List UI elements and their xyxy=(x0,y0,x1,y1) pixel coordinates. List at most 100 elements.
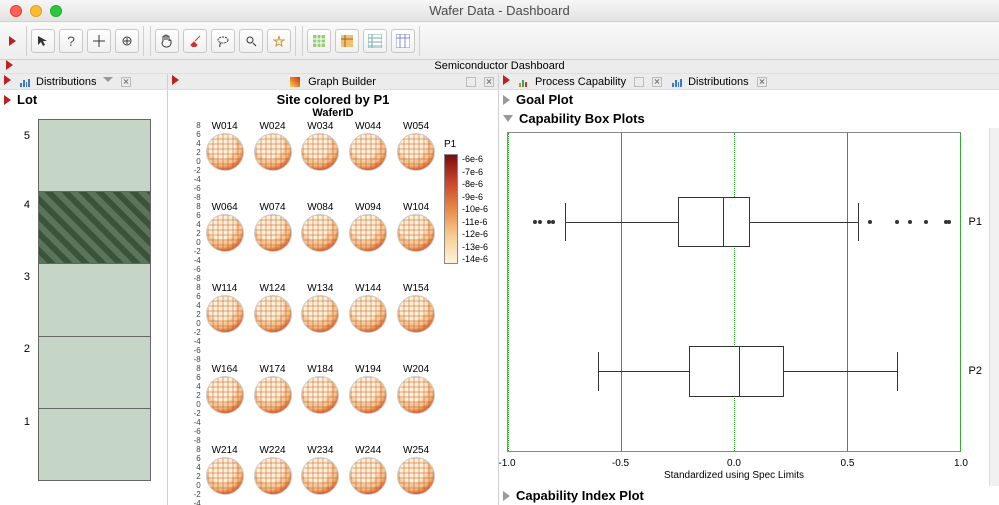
disclosure-icon[interactable] xyxy=(4,75,13,88)
lot-bar[interactable] xyxy=(39,191,150,263)
panel-box-icon[interactable] xyxy=(634,77,644,87)
wafer-cell[interactable]: W094 xyxy=(344,202,392,283)
column-table-button[interactable] xyxy=(391,29,415,53)
wafer-map-icon[interactable] xyxy=(254,457,292,495)
wafer-map-icon[interactable] xyxy=(349,133,387,171)
wafer-map-icon[interactable] xyxy=(254,214,292,252)
wafer-cell[interactable]: W024 xyxy=(249,121,297,202)
lot-bar[interactable] xyxy=(39,263,150,335)
wafer-cell[interactable]: W064 xyxy=(201,202,249,283)
wafer-map-icon[interactable] xyxy=(397,295,435,333)
lot-bars[interactable] xyxy=(38,119,151,481)
wafer-map-icon[interactable] xyxy=(206,214,244,252)
dashboard-header-disclosure-icon[interactable] xyxy=(6,60,15,73)
tab-distributions[interactable]: Distributions xyxy=(688,76,749,88)
wafer-map-icon[interactable] xyxy=(349,376,387,414)
outlier-point[interactable] xyxy=(538,220,542,224)
wafer-map-icon[interactable] xyxy=(301,376,339,414)
outlier-point[interactable] xyxy=(895,220,899,224)
builder-view-button[interactable] xyxy=(335,29,359,53)
wafer-cell[interactable]: W104 xyxy=(392,202,440,283)
hand-tool-button[interactable] xyxy=(155,29,179,53)
close-panel-icon[interactable] xyxy=(484,77,494,87)
wafer-cell[interactable]: W074 xyxy=(249,202,297,283)
wafer-cell[interactable]: W214 xyxy=(201,445,249,505)
annotate-tool-button[interactable] xyxy=(267,29,291,53)
wafer-map-icon[interactable] xyxy=(206,376,244,414)
vertical-scrollbar[interactable] xyxy=(989,128,999,486)
wafer-cell[interactable]: W084 xyxy=(296,202,344,283)
outlier-point[interactable] xyxy=(908,220,912,224)
close-tab-icon[interactable] xyxy=(652,77,662,87)
wafer-map-icon[interactable] xyxy=(206,133,244,171)
zoom-window-icon[interactable] xyxy=(50,5,62,17)
outlier-point[interactable] xyxy=(551,220,555,224)
outlier-point[interactable] xyxy=(947,220,951,224)
wafer-map-icon[interactable] xyxy=(397,457,435,495)
wafer-cell[interactable]: W014 xyxy=(201,121,249,202)
outlier-point[interactable] xyxy=(924,220,928,224)
wafer-cell[interactable]: W044 xyxy=(344,121,392,202)
box-plot-header[interactable]: Capability Box Plots xyxy=(499,109,999,128)
wafer-map-icon[interactable] xyxy=(254,133,292,171)
outlier-point[interactable] xyxy=(868,220,872,224)
wafer-map-icon[interactable] xyxy=(301,457,339,495)
wafer-cell[interactable]: W114 xyxy=(201,283,249,364)
zoom-tool-button[interactable] xyxy=(115,29,139,53)
wafer-cell[interactable]: W054 xyxy=(392,121,440,202)
lot-section-header[interactable]: Lot xyxy=(0,90,167,109)
filter-icon[interactable] xyxy=(103,77,113,87)
goal-plot-header[interactable]: Goal Plot xyxy=(499,90,999,109)
grid-view-button[interactable] xyxy=(307,29,331,53)
wafer-map-icon[interactable] xyxy=(206,295,244,333)
wafer-cell[interactable]: W224 xyxy=(249,445,297,505)
data-table-button[interactable] xyxy=(363,29,387,53)
wafer-cell[interactable]: W144 xyxy=(344,283,392,364)
wafer-map-icon[interactable] xyxy=(349,457,387,495)
wafer-cell[interactable]: W194 xyxy=(344,364,392,445)
close-panel-icon[interactable] xyxy=(121,77,131,87)
wafer-map-icon[interactable] xyxy=(301,133,339,171)
minimize-window-icon[interactable] xyxy=(30,5,42,17)
wafer-map-icon[interactable] xyxy=(397,133,435,171)
wafer-map-icon[interactable] xyxy=(301,295,339,333)
wafer-map-icon[interactable] xyxy=(254,295,292,333)
wafer-map-icon[interactable] xyxy=(397,214,435,252)
arrow-tool-button[interactable] xyxy=(31,29,55,53)
wafer-trellis[interactable]: 86420-2-4-6-8W014W024W034W044W05486420-2… xyxy=(172,121,440,496)
boxplot-row[interactable]: P1 xyxy=(508,158,960,285)
tab-process-capability[interactable]: Process Capability xyxy=(535,76,626,88)
wafer-cell[interactable]: W184 xyxy=(296,364,344,445)
lasso-tool-button[interactable] xyxy=(211,29,235,53)
wafer-cell[interactable]: W244 xyxy=(344,445,392,505)
wafer-map-icon[interactable] xyxy=(301,214,339,252)
lot-bar[interactable] xyxy=(39,408,150,480)
lot-bar[interactable] xyxy=(39,336,150,408)
wafer-cell[interactable]: W134 xyxy=(296,283,344,364)
capability-box-plot[interactable]: P1P2 xyxy=(507,132,961,452)
wafer-cell[interactable]: W204 xyxy=(392,364,440,445)
wafer-cell[interactable]: W154 xyxy=(392,283,440,364)
outlier-point[interactable] xyxy=(547,220,551,224)
magnify-tool-button[interactable] xyxy=(239,29,263,53)
close-window-icon[interactable] xyxy=(10,5,22,17)
wafer-cell[interactable]: W254 xyxy=(392,445,440,505)
panel-box-icon[interactable] xyxy=(466,77,476,87)
lot-plot[interactable]: 1 2 3 4 5 xyxy=(10,113,161,497)
wafer-cell[interactable]: W034 xyxy=(296,121,344,202)
wafer-map-icon[interactable] xyxy=(206,457,244,495)
wafer-cell[interactable]: W234 xyxy=(296,445,344,505)
wafer-cell[interactable]: W174 xyxy=(249,364,297,445)
index-plot-header[interactable]: Capability Index Plot xyxy=(499,486,999,505)
brush-tool-button[interactable] xyxy=(183,29,207,53)
disclosure-icon[interactable] xyxy=(172,75,181,88)
crosshair-tool-button[interactable] xyxy=(87,29,111,53)
boxplot-row[interactable]: P2 xyxy=(508,308,960,435)
outlier-point[interactable] xyxy=(533,220,537,224)
wafer-cell[interactable]: W164 xyxy=(201,364,249,445)
wafer-map-icon[interactable] xyxy=(254,376,292,414)
wafer-map-icon[interactable] xyxy=(349,295,387,333)
help-tool-button[interactable]: ? xyxy=(59,29,83,53)
wafer-map-icon[interactable] xyxy=(349,214,387,252)
toolbar-disclosure-icon[interactable] xyxy=(6,31,20,51)
